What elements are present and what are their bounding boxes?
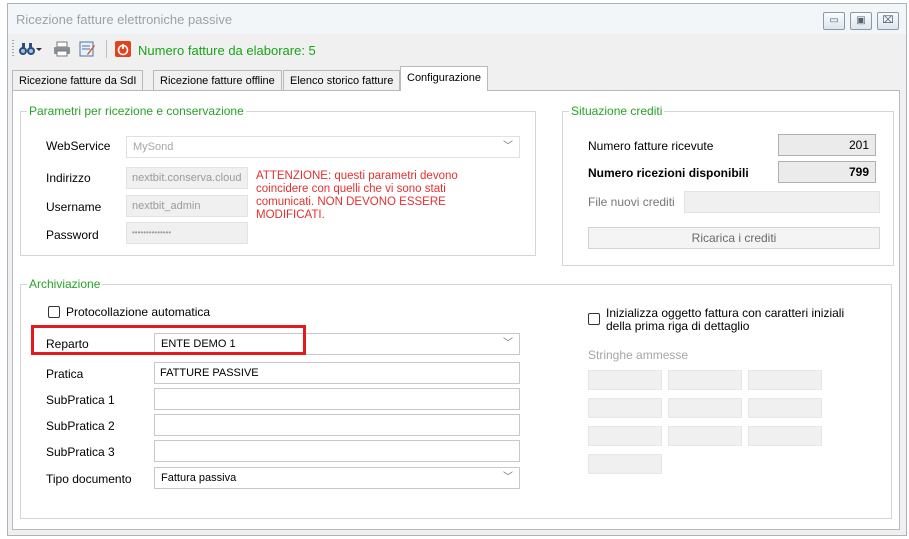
print-icon[interactable]	[53, 41, 71, 57]
stringa-cell[interactable]	[668, 398, 742, 418]
webservice-value: MySond	[133, 141, 174, 153]
ricarica-crediti-button[interactable]: Ricarica i crediti	[588, 227, 880, 249]
tab-ricezione-sdi[interactable]: Ricezione fatture da SdI	[12, 70, 144, 90]
tab-bar: Ricezione fatture da SdI Ricezione fattu…	[12, 66, 902, 91]
edit-document-icon[interactable]	[78, 41, 96, 57]
ricezioni-disponibili-value: 799	[778, 161, 876, 183]
toolbar-separator	[106, 40, 107, 58]
binoculars-icon[interactable]	[18, 41, 36, 57]
chevron-down-icon: ﹀	[503, 338, 513, 349]
power-stop-icon[interactable]	[114, 41, 132, 57]
subpratica1-field[interactable]	[154, 388, 520, 410]
stringa-cell[interactable]	[748, 426, 822, 446]
crediti-legend: Situazione crediti	[569, 104, 665, 118]
stringhe-ammesse-label: Stringhe ammesse	[588, 348, 689, 362]
inizializza-checkbox[interactable]	[588, 313, 600, 325]
stringa-cell[interactable]	[668, 370, 742, 390]
tab-elenco-storico[interactable]: Elenco storico fatture	[283, 70, 401, 90]
file-crediti-label: File nuovi crediti	[588, 195, 675, 209]
subpratica3-field[interactable]	[154, 440, 520, 462]
title-bar: Ricezione fatture elettroniche passive ▭…	[8, 4, 906, 34]
tab-ricezione-offline[interactable]: Ricezione fatture offline	[153, 70, 282, 90]
subpratica2-field[interactable]	[154, 414, 520, 436]
toolbar-grip	[12, 40, 14, 58]
subpratica3-label: SubPratica 3	[46, 445, 115, 459]
chevron-down-icon: ﹀	[503, 141, 513, 152]
indirizzo-label: Indirizzo	[46, 171, 91, 185]
password-label: Password	[46, 228, 99, 242]
stringa-cell[interactable]	[588, 398, 662, 418]
fatture-ricevute-value: 201	[778, 134, 876, 156]
indirizzo-field[interactable]: nextbit.conserva.cloud	[126, 167, 248, 189]
stringa-cell[interactable]	[668, 426, 742, 446]
stringa-cell[interactable]	[588, 454, 662, 474]
warning-text: ATTENZIONE: questi parametri devono coin…	[256, 170, 458, 221]
stringa-cell[interactable]	[748, 398, 822, 418]
tipo-documento-select[interactable]: Fattura passiva ﹀	[154, 467, 520, 489]
pending-invoices-status: Numero fatture da elaborare: 5	[138, 43, 316, 58]
tab-configurazione[interactable]: Configurazione	[400, 66, 488, 91]
webservice-label: WebService	[46, 139, 111, 153]
tipo-documento-value: Fattura passiva	[161, 472, 237, 484]
file-crediti-field[interactable]	[684, 191, 880, 213]
protocollazione-checkbox[interactable]	[48, 306, 60, 318]
tipo-documento-label: Tipo documento	[46, 472, 132, 486]
maximize-button[interactable]: ▣	[850, 12, 872, 30]
subpratica1-label: SubPratica 1	[46, 393, 115, 407]
inizializza-label: Inizializza oggetto fattura con caratter…	[606, 306, 845, 333]
highlight-box	[31, 325, 306, 355]
fatture-ricevute-label: Numero fatture ricevute	[588, 139, 714, 153]
window-title: Ricezione fatture elettroniche passive	[16, 12, 233, 27]
webservice-select[interactable]: MySond ﹀	[126, 136, 520, 158]
close-button[interactable]: ⌧	[877, 12, 899, 30]
toolbar: Numero fatture da elaborare: 5	[8, 35, 906, 63]
stringa-cell[interactable]	[748, 370, 822, 390]
minimize-button[interactable]: ▭	[823, 12, 845, 30]
username-field[interactable]: nextbit_admin	[126, 195, 248, 217]
ricezioni-disponibili-label: Numero ricezioni disponibili	[588, 166, 749, 180]
subpratica2-label: SubPratica 2	[46, 419, 115, 433]
stringa-cell[interactable]	[588, 426, 662, 446]
pratica-field[interactable]: FATTURE PASSIVE	[154, 362, 520, 384]
username-label: Username	[46, 200, 102, 214]
params-legend: Parametri per ricezione e conservazione	[27, 104, 246, 118]
stringa-cell[interactable]	[588, 370, 662, 390]
protocollazione-label: Protocollazione automatica	[66, 305, 211, 319]
password-field[interactable]: ••••••••••••••	[126, 222, 248, 244]
chevron-down-icon: ﹀	[503, 472, 513, 483]
archiviazione-legend: Archiviazione	[27, 277, 103, 291]
pratica-label: Pratica	[46, 367, 84, 381]
dropdown-arrow-icon[interactable]	[35, 41, 43, 57]
